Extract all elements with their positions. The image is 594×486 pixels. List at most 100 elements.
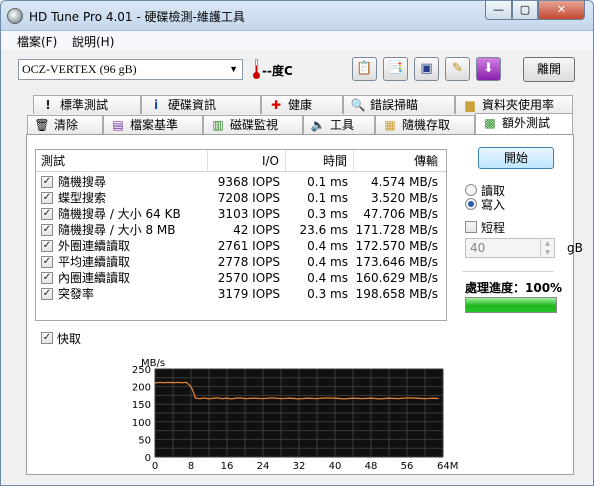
- chart-x-tick-label: 56: [401, 461, 414, 472]
- tab-label: 清除: [54, 118, 79, 132]
- list-item[interactable]: ✓ 隨機搜尋 9368 IOPS 0.1 ms 4.574 MB/s: [36, 174, 446, 190]
- row-checkbox[interactable]: ✓: [41, 224, 53, 236]
- row-test-name: 蝶型搜索: [58, 191, 107, 205]
- write-radio[interactable]: [465, 198, 477, 210]
- list-item[interactable]: ✓ 平均連續讀取 2778 IOPS 0.4 ms 173.646 MB/s: [36, 254, 446, 270]
- spinner-arrows-icon: ▲ ▼: [540, 239, 554, 257]
- copy-icon: 📋: [356, 61, 373, 76]
- wrench-icon: ✎: [452, 61, 463, 76]
- menu-file[interactable]: 檔案(F): [17, 33, 57, 50]
- extra-tests-icon: ▩: [484, 116, 496, 130]
- chart-x-tick-label: 32: [293, 461, 306, 472]
- row-checkbox[interactable]: ✓: [41, 272, 53, 284]
- list-item[interactable]: ✓ 內圈連續讀取 2570 IOPS 0.4 ms 160.629 MB/s: [36, 270, 446, 286]
- row-checkbox[interactable]: ✓: [41, 256, 53, 268]
- size-spinner[interactable]: 40 ▲ ▼: [465, 238, 555, 258]
- tab-label: 檔案基準: [130, 118, 179, 132]
- options-button[interactable]: ✎: [445, 57, 470, 81]
- minimize-button[interactable]: —: [485, 1, 512, 20]
- download-button[interactable]: ⬇: [476, 57, 501, 81]
- down-arrow-icon: ⬇: [483, 61, 494, 76]
- header-time[interactable]: 時間: [286, 150, 354, 172]
- menu-help[interactable]: 說明(H): [72, 33, 114, 50]
- cache-checkbox[interactable]: ✓: [41, 332, 53, 344]
- header-test[interactable]: 測試: [36, 150, 208, 172]
- tab-label: 健康: [288, 98, 313, 112]
- read-radio[interactable]: [465, 184, 477, 196]
- chart-x-tick-label: 40: [329, 461, 342, 472]
- tab-label: 磁碟監視: [230, 118, 279, 132]
- row-transfer: 47.706 MB/s: [363, 207, 438, 221]
- speaker-icon: 🔈: [310, 118, 326, 132]
- copy-screenshot-button[interactable]: 📑: [383, 57, 408, 81]
- extra-tests-panel: 測試 I/O 時間 傳輸 ✓ 隨機搜尋 9368 IOPS 0.1 ms 4.574 M…: [26, 134, 583, 475]
- short-stroke-checkbox[interactable]: [465, 221, 477, 233]
- row-time: 0.3 ms: [307, 207, 348, 221]
- tab-tools[interactable]: 🔈 工具: [303, 115, 375, 134]
- row-time: 0.1 ms: [307, 175, 348, 189]
- row-io: 2778 IOPS: [217, 255, 280, 269]
- write-label: 寫入: [481, 198, 506, 212]
- row-io: 7208 IOPS: [217, 191, 280, 205]
- folder-icon: ▆: [465, 98, 475, 112]
- tab-file-benchmark[interactable]: ▤ 檔案基準: [103, 115, 203, 134]
- tab-label: 工具: [330, 118, 355, 132]
- row-checkbox[interactable]: ✓: [41, 192, 53, 204]
- menu-bar: 檔案(F) 說明(H): [1, 31, 593, 50]
- list-item[interactable]: ✓ 突發率 3179 IOPS 0.3 ms 198.658 MB/s: [36, 286, 446, 302]
- short-stroke-label: 短程: [481, 221, 506, 235]
- chart-y-tick-label: 0: [145, 453, 151, 464]
- row-time: 0.1 ms: [307, 191, 348, 205]
- progress-fill: [466, 298, 556, 312]
- progress-bar: [465, 297, 557, 313]
- row-time: 0.3 ms: [307, 287, 348, 301]
- tab-disk-monitor[interactable]: ▥ 磁碟監視: [203, 115, 303, 134]
- temperature-readout: --度C: [262, 64, 293, 78]
- row-time: 0.4 ms: [307, 255, 348, 269]
- row-test-name: 隨機搜尋 / 大小 64 KB: [58, 207, 181, 221]
- tab-info[interactable]: i 硬碟資訊: [141, 95, 261, 114]
- copy-info-button[interactable]: 📋: [352, 57, 377, 81]
- tab-label: 資料夾使用率: [482, 98, 555, 112]
- exit-button[interactable]: 離開: [523, 57, 575, 82]
- transfer-chart: 0501001502002500816243240485664MBMB/s: [132, 358, 459, 472]
- tab-random-access[interactable]: ▦ 隨機存取: [375, 115, 475, 134]
- size-value: 40: [470, 241, 486, 255]
- chart-x-tick-label: 64MB: [437, 461, 459, 472]
- list-item[interactable]: ✓ 隨機搜尋 / 大小 8 MB 42 IOPS 23.6 ms 171.728 MB/…: [36, 222, 446, 238]
- row-transfer: 3.520 MB/s: [370, 191, 438, 205]
- row-test-name: 平均連續讀取: [58, 255, 131, 269]
- chart-x-tick-label: 0: [152, 461, 158, 472]
- tab-extra-tests[interactable]: ▩ 額外測試: [475, 113, 573, 134]
- floppy-disk-icon: ▣: [420, 61, 433, 76]
- magnifier-icon: 🔍: [350, 98, 366, 112]
- row-checkbox[interactable]: ✓: [41, 288, 53, 300]
- tab-error-scan[interactable]: 🔍 錯誤掃瞄: [343, 95, 455, 114]
- header-io[interactable]: I/O: [208, 150, 286, 172]
- close-button[interactable]: ✕: [538, 1, 585, 20]
- row-transfer: 173.646 MB/s: [355, 255, 438, 269]
- maximize-button[interactable]: ▢: [512, 1, 538, 20]
- row-time: 0.4 ms: [307, 239, 348, 253]
- drive-select[interactable]: OCZ-VERTEX (96 gB) ▼: [18, 59, 243, 80]
- row-transfer: 4.574 MB/s: [370, 175, 438, 189]
- tab-health[interactable]: ✚ 健康: [261, 95, 343, 114]
- header-transfer[interactable]: 傳輸: [354, 150, 446, 172]
- row-io: 2570 IOPS: [217, 271, 280, 285]
- list-item[interactable]: ✓ 外圈連續讀取 2761 IOPS 0.4 ms 172.570 MB/s: [36, 238, 446, 254]
- row-io: 3103 IOPS: [217, 207, 280, 221]
- save-button[interactable]: ▣: [414, 57, 439, 81]
- list-item[interactable]: ✓ 蝶型搜索 7208 IOPS 0.1 ms 3.520 MB/s: [36, 190, 446, 206]
- row-checkbox[interactable]: ✓: [41, 240, 53, 252]
- tab-erase[interactable]: 🗑 清除: [27, 115, 103, 134]
- row-test-name: 內圈連續讀取: [58, 271, 131, 285]
- tab-label: 標準測試: [60, 98, 109, 112]
- start-button[interactable]: 開始: [478, 147, 554, 169]
- list-item[interactable]: ✓ 隨機搜尋 / 大小 64 KB 3103 IOPS 0.3 ms 47.706 MB…: [36, 206, 446, 222]
- row-checkbox[interactable]: ✓: [41, 176, 53, 188]
- row-checkbox[interactable]: ✓: [41, 208, 53, 220]
- tab-folder-usage[interactable]: ▆ 資料夾使用率: [455, 95, 573, 114]
- tab-benchmark[interactable]: ! 標準測試: [33, 95, 141, 114]
- copy-screenshot-icon: 📑: [387, 61, 404, 76]
- size-unit: gB: [567, 241, 583, 255]
